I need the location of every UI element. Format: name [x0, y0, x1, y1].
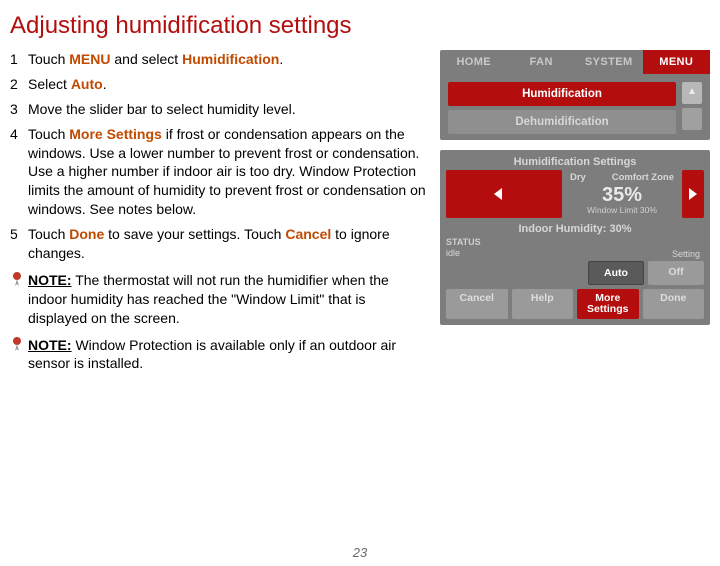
kw-humidification: Humidification: [182, 51, 279, 67]
menu-item-humidification[interactable]: Humidification: [448, 82, 676, 106]
note-label: NOTE:: [28, 337, 72, 353]
pushpin-icon: [10, 271, 28, 328]
kw-auto: Auto: [71, 76, 103, 92]
screenshot-column: HOME FAN SYSTEM MENU Humidification Dehu…: [440, 50, 710, 377]
kw-done: Done: [69, 226, 104, 242]
status-label: STATUS: [446, 237, 481, 248]
scroll-track[interactable]: [682, 108, 702, 130]
step-1: Touch MENU and select Humidification.: [10, 50, 428, 69]
step-2: Select Auto.: [10, 75, 428, 94]
done-button[interactable]: Done: [643, 289, 705, 319]
mode-off-button[interactable]: Off: [648, 261, 704, 285]
menu-item-dehumidification[interactable]: Dehumidification: [448, 110, 676, 134]
step-4: Touch More Settings if frost or condensa…: [10, 125, 428, 219]
slider-comfort-label: Comfort Zone: [612, 172, 674, 183]
note-label: NOTE:: [28, 272, 72, 288]
humidification-settings-screenshot: Humidification Settings Dry Comfort Zone…: [440, 150, 710, 325]
setting-label: Setting: [481, 249, 704, 259]
note-2: NOTE: Window Protection is available onl…: [10, 336, 428, 374]
kw-more-settings: More Settings: [69, 126, 162, 142]
step-text: .: [279, 51, 283, 67]
step-text: Touch: [28, 126, 69, 142]
indoor-humidity-label: Indoor Humidity: 30%: [446, 223, 704, 235]
kw-menu: MENU: [69, 51, 110, 67]
thermostat-menu-screenshot: HOME FAN SYSTEM MENU Humidification Dehu…: [440, 50, 710, 140]
more-settings-line2: Settings: [577, 304, 639, 315]
step-text: Move the slider bar to select humidity l…: [28, 101, 296, 117]
pushpin-icon: [10, 336, 28, 374]
tab-fan[interactable]: FAN: [508, 50, 576, 74]
slider-decrease-button[interactable]: [446, 170, 562, 218]
step-5: Touch Done to save your settings. Touch …: [10, 225, 428, 263]
tab-bar: HOME FAN SYSTEM MENU: [440, 50, 710, 74]
step-text: .: [103, 76, 107, 92]
more-settings-button[interactable]: More Settings: [577, 289, 639, 319]
slider-dry-label: Dry: [570, 172, 586, 183]
step-text: Touch: [28, 226, 69, 242]
humidity-value: 35%: [570, 185, 674, 205]
step-text: Touch: [28, 51, 69, 67]
step-text: and select: [110, 51, 182, 67]
mode-auto-button[interactable]: Auto: [588, 261, 644, 285]
tab-system[interactable]: SYSTEM: [575, 50, 643, 74]
step-3: Move the slider bar to select humidity l…: [10, 100, 428, 119]
note-text: The thermostat will not run the humidifi…: [28, 272, 389, 326]
triangle-right-icon: [689, 188, 697, 200]
settings-title: Humidification Settings: [446, 156, 704, 168]
slider-increase-button[interactable]: [682, 170, 704, 218]
tab-home[interactable]: HOME: [440, 50, 508, 74]
window-limit-label: Window Limit 30%: [570, 205, 674, 215]
note-1: NOTE: The thermostat will not run the hu…: [10, 271, 428, 328]
cancel-button[interactable]: Cancel: [446, 289, 508, 319]
help-button[interactable]: Help: [512, 289, 574, 319]
triangle-left-icon: [494, 188, 502, 200]
step-text: to save your settings. Touch: [104, 226, 285, 242]
scroll-up-button[interactable]: ▲: [682, 82, 702, 104]
kw-cancel: Cancel: [285, 226, 331, 242]
step-text: Select: [28, 76, 71, 92]
more-settings-line1: More: [577, 293, 639, 304]
note-text: Window Protection is available only if a…: [28, 337, 396, 372]
instruction-column: Touch MENU and select Humidification. Se…: [10, 50, 440, 377]
tab-menu[interactable]: MENU: [643, 50, 711, 74]
page-number: 23: [0, 545, 720, 560]
steps-list: Touch MENU and select Humidification. Se…: [10, 50, 428, 263]
status-value: idle: [446, 248, 481, 259]
page-title: Adjusting humidification settings: [0, 0, 720, 50]
